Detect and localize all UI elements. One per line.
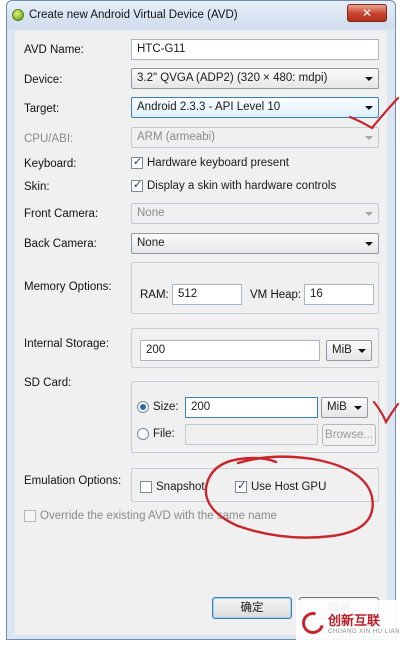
chevron-down-icon <box>358 349 366 353</box>
emulation-options-label: Emulation Options: <box>24 475 122 487</box>
browse-button[interactable]: Browse... <box>322 424 376 446</box>
avd-name-input[interactable]: HTC-G11 <box>131 39 379 60</box>
sd-card-label: SD Card: <box>24 377 72 389</box>
device-label: Device: <box>24 74 63 86</box>
internal-storage-group: 200 MiB <box>131 328 379 368</box>
internal-storage-unit-value: MiB <box>332 344 352 356</box>
back-camera-select[interactable]: None <box>131 233 379 254</box>
target-select[interactable]: Android 2.3.3 - API Level 10 <box>131 97 379 118</box>
checkbox-box[interactable] <box>235 479 247 493</box>
window-title: Create new Android Virtual Device (AVD) <box>29 9 238 21</box>
use-host-gpu-label: Use Host GPU <box>251 481 327 493</box>
chevron-down-icon <box>354 406 362 410</box>
front-camera-select[interactable]: None <box>131 203 379 224</box>
checkbox-box[interactable] <box>24 510 36 522</box>
front-camera-label: Front Camera: <box>24 208 99 220</box>
chuangxin-logo <box>297 607 329 638</box>
back-camera-label: Back Camera: <box>24 238 97 250</box>
avd-dialog-window: Create new Android Virtual Device (AVD) … <box>6 0 396 640</box>
watermark: 创新互联 CHUANG XIN HU LIAN <box>296 600 400 645</box>
snapshot-label: Snapshot <box>156 481 205 493</box>
ram-input[interactable]: 512 <box>172 284 242 305</box>
override-avd-label: Override the existing AVD with the same … <box>40 510 277 522</box>
chevron-down-icon <box>365 212 373 216</box>
avd-name-label: AVD Name: <box>24 44 84 56</box>
sd-size-label: Size: <box>153 401 179 413</box>
keyboard-checkbox-label: Hardware keyboard present <box>147 157 289 169</box>
memory-options-label: Memory Options: <box>24 281 112 293</box>
sd-file-input[interactable] <box>185 424 318 445</box>
internal-storage-label: Internal Storage: <box>24 338 110 350</box>
sd-file-radio[interactable]: File: <box>137 428 175 440</box>
radio-button[interactable] <box>137 428 149 440</box>
device-select-value: 3.2" QVGA (ADP2) (320 × 480: mdpi) <box>137 72 328 84</box>
chevron-down-icon <box>365 242 373 246</box>
keyboard-label: Keyboard: <box>24 158 77 170</box>
close-icon: ✕ <box>361 6 373 20</box>
sd-file-label: File: <box>153 428 175 440</box>
device-select[interactable]: 3.2" QVGA (ADP2) (320 × 480: mdpi) <box>131 68 379 89</box>
title-bar: Create new Android Virtual Device (AVD) … <box>7 1 395 29</box>
cpu-abi-select-value: ARM (armeabi) <box>137 131 215 143</box>
use-host-gpu-checkbox[interactable]: Use Host GPU <box>235 479 327 493</box>
vm-heap-label: VM Heap: <box>250 289 302 301</box>
radio-button[interactable] <box>137 401 149 413</box>
internal-storage-input[interactable]: 200 <box>140 340 320 361</box>
override-avd-checkbox[interactable]: Override the existing AVD with the same … <box>24 510 277 522</box>
memory-options-group: RAM: 512 VM Heap: 16 <box>131 262 379 314</box>
target-label: Target: <box>24 103 60 115</box>
front-camera-select-value: None <box>137 207 165 219</box>
watermark-sub: CHUANG XIN HU LIAN <box>328 629 400 635</box>
skin-label: Skin: <box>24 181 50 193</box>
cpu-abi-label: CPU/ABI: <box>24 133 74 145</box>
chevron-down-icon <box>365 106 373 110</box>
internal-storage-unit-select[interactable]: MiB <box>326 340 372 361</box>
checkbox-box[interactable] <box>131 178 143 192</box>
sd-size-input[interactable]: 200 <box>185 397 318 418</box>
sd-card-group: Size: 200 MiB File: Browse... <box>131 381 379 453</box>
vm-heap-input[interactable]: 16 <box>304 284 374 305</box>
skin-checkbox-label: Display a skin with hardware controls <box>147 180 337 192</box>
snapshot-checkbox[interactable]: Snapshot <box>140 481 205 493</box>
android-sdk-icon <box>12 9 24 21</box>
ram-label: RAM: <box>140 289 169 301</box>
chevron-down-icon <box>365 77 373 81</box>
checkbox-box[interactable] <box>140 481 152 493</box>
sd-size-unit-value: MiB <box>327 401 347 413</box>
ok-button[interactable]: 确定 <box>212 597 292 619</box>
cpu-abi-select[interactable]: ARM (armeabi) <box>131 127 379 148</box>
close-button[interactable]: ✕ <box>347 4 387 22</box>
back-camera-select-value: None <box>137 237 165 249</box>
skin-checkbox[interactable]: Display a skin with hardware controls <box>131 178 337 192</box>
emulation-options-group: Snapshot Use Host GPU <box>131 468 379 502</box>
sd-size-unit-select[interactable]: MiB <box>321 397 368 418</box>
dialog-content: AVD Name: HTC-G11 Device: 3.2" QVGA (ADP… <box>15 31 387 635</box>
sd-size-radio[interactable]: Size: <box>137 401 179 413</box>
keyboard-checkbox[interactable]: Hardware keyboard present <box>131 155 289 169</box>
checkbox-box[interactable] <box>131 155 143 169</box>
chevron-down-icon <box>365 136 373 140</box>
target-select-value: Android 2.3.3 - API Level 10 <box>137 101 281 113</box>
watermark-main: 创新互联 <box>328 614 381 629</box>
